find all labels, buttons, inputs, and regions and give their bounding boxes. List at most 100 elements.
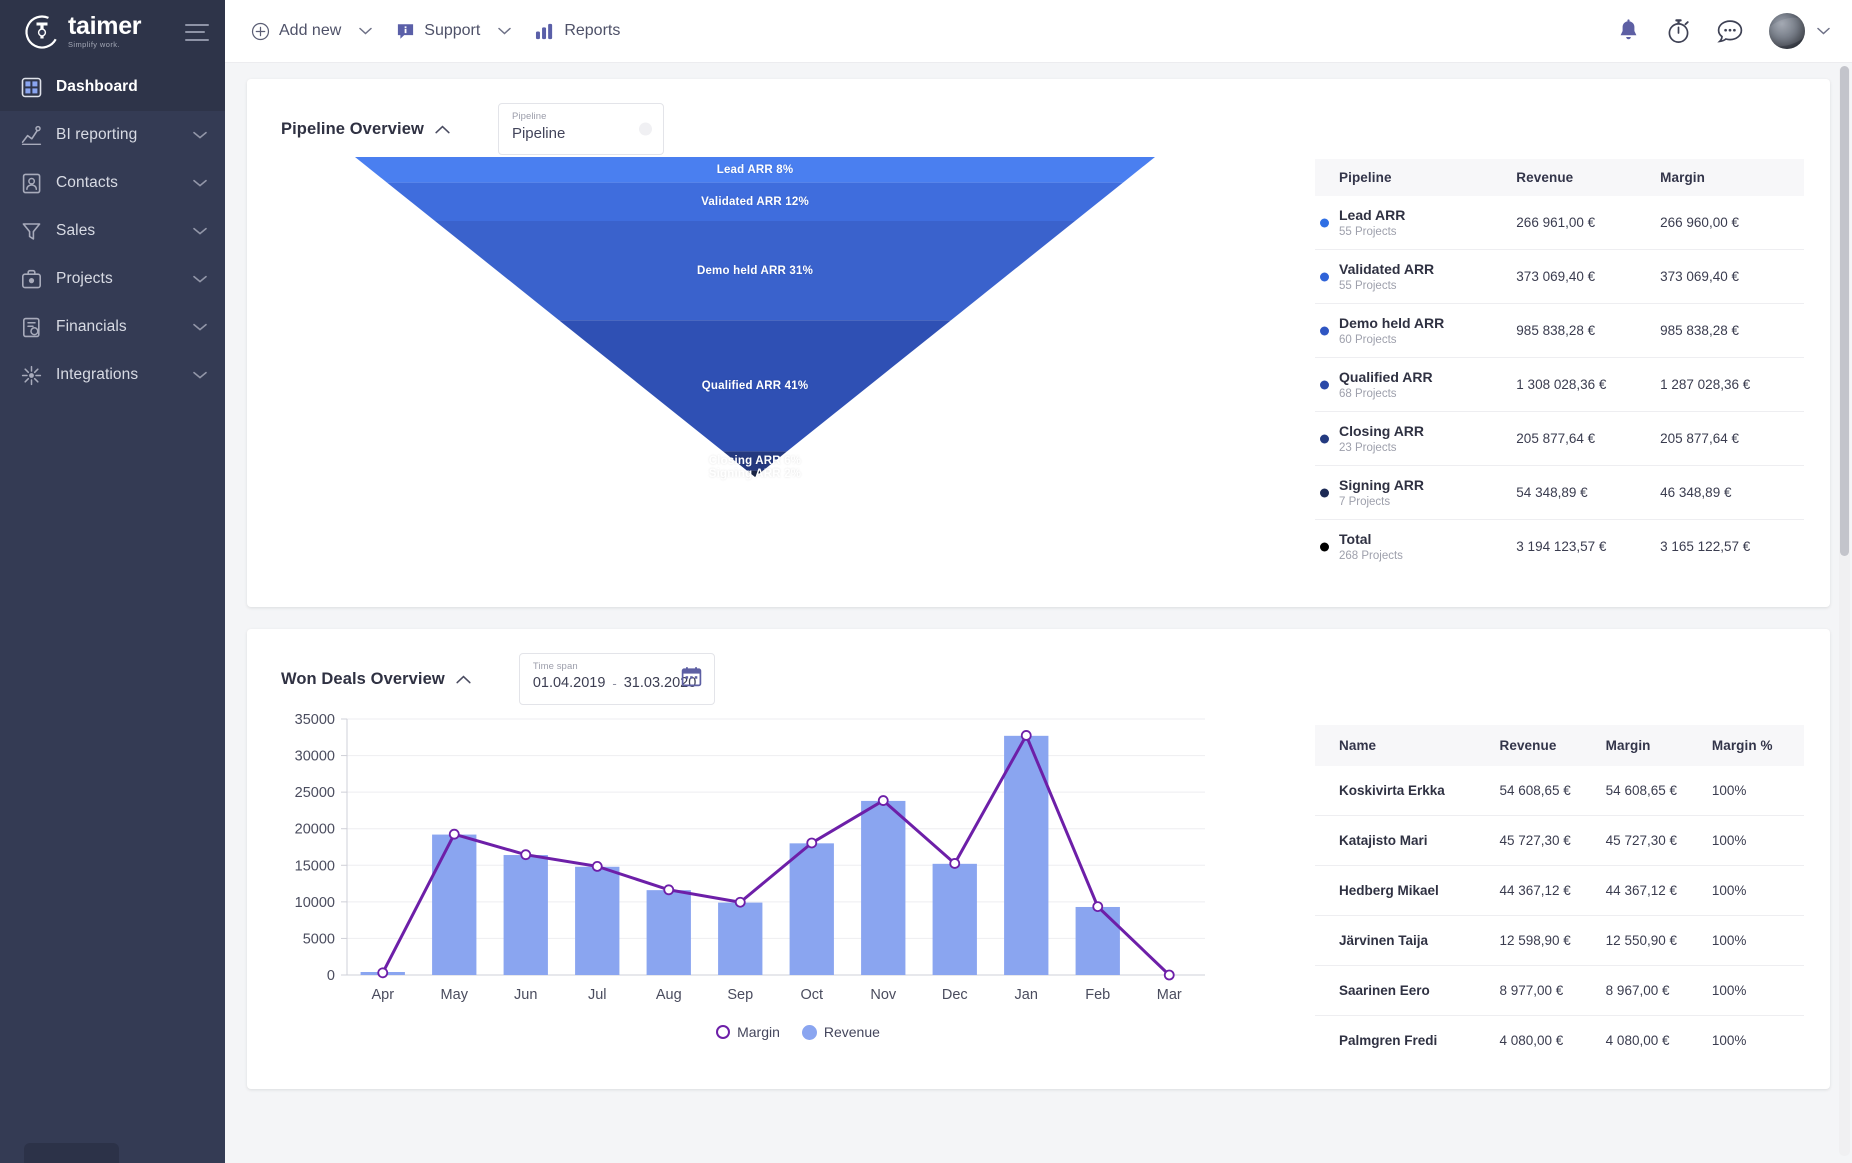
sidebar-item-bi-reporting[interactable]: BI reporting	[0, 111, 225, 159]
timespan-picker[interactable]: Time span 01.04.2019 - 31.03.2020	[519, 653, 715, 705]
stage-project-count: 68 Projects	[1339, 388, 1508, 400]
table-row[interactable]: Qualified ARR68 Projects1 308 028,36 €1 …	[1315, 358, 1804, 412]
sidebar-item-financials[interactable]: Financials	[0, 303, 225, 351]
line-data-point[interactable]	[593, 862, 602, 871]
x-axis-tick-label: Mar	[1157, 987, 1182, 1003]
line-data-point[interactable]	[378, 968, 387, 977]
sidebar-logo[interactable]: taimer Simplify work.	[0, 0, 225, 63]
line-data-point[interactable]	[1022, 731, 1031, 740]
add-new-button[interactable]: Add new	[243, 16, 349, 47]
bar-chart-icon	[535, 22, 555, 41]
account-chevron-down-icon[interactable]	[1817, 27, 1830, 35]
pipeline-card-body: Lead ARR 8%Validated ARR 12%Demo held AR…	[247, 157, 1830, 607]
legend-item-revenue[interactable]: Revenue	[802, 1024, 880, 1040]
chart-bar[interactable]	[575, 867, 619, 975]
sidebar-item-label: Dashboard	[56, 78, 138, 96]
sidebar-item-contacts[interactable]: Contacts	[0, 159, 225, 207]
stage-project-count: 7 Projects	[1339, 496, 1508, 508]
deal-revenue: 8 977,00 €	[1499, 966, 1605, 1016]
y-axis-tick-label: 5000	[303, 931, 335, 947]
table-row[interactable]: Saarinen Eero8 977,00 €8 967,00 €100%	[1315, 966, 1804, 1016]
sidebar-item-chevron-down-icon[interactable]	[193, 227, 207, 235]
sidebar-item-chevron-down-icon[interactable]	[193, 275, 207, 283]
won-collapse-chevron-up-icon[interactable]	[456, 675, 471, 684]
chart-bar[interactable]	[432, 835, 476, 975]
analytics-icon	[20, 124, 42, 146]
funnel-segment-label: Demo held ARR 31%	[697, 265, 813, 277]
col-margin: Margin	[1660, 159, 1804, 196]
table-row[interactable]: Koskivirta Erkka54 608,65 €54 608,65 €10…	[1315, 766, 1804, 816]
top-bar: Add new Support	[225, 0, 1852, 63]
table-row[interactable]: Järvinen Taija12 598,90 €12 550,90 €100%	[1315, 916, 1804, 966]
deal-margin-pct: 100%	[1712, 1016, 1804, 1066]
x-axis-tick-label: Nov	[870, 987, 897, 1003]
reports-button[interactable]: Reports	[527, 16, 628, 47]
table-row[interactable]: Demo held ARR60 Projects985 838,28 €985 …	[1315, 304, 1804, 358]
margin-line[interactable]	[383, 735, 1170, 975]
chart-bar[interactable]	[504, 855, 548, 975]
table-row[interactable]: Validated ARR55 Projects373 069,40 €373 …	[1315, 250, 1804, 304]
pipeline-stage-cell: Signing ARR 7 Projects	[1315, 466, 1516, 520]
legend-item-margin[interactable]: Margin	[716, 1024, 780, 1040]
line-data-point[interactable]	[1093, 902, 1102, 911]
table-row[interactable]: Closing ARR23 Projects205 877,64 €205 87…	[1315, 412, 1804, 466]
table-row[interactable]: Palmgren Fredi4 080,00 €4 080,00 €100%	[1315, 1016, 1804, 1066]
sidebar-item-chevron-down-icon[interactable]	[193, 131, 207, 139]
menu-toggle-icon[interactable]	[185, 23, 209, 41]
calendar-icon[interactable]	[681, 666, 702, 692]
notifications-bell-icon[interactable]	[1617, 19, 1640, 44]
line-data-point[interactable]	[879, 796, 888, 805]
support-button[interactable]: Support	[388, 16, 488, 47]
chat-icon[interactable]	[1717, 19, 1743, 44]
stage-name: Signing ARR	[1339, 477, 1508, 494]
sidebar-item-chevron-down-icon[interactable]	[193, 371, 207, 379]
line-data-point[interactable]	[1165, 971, 1174, 980]
sidebar-item-projects[interactable]: Projects	[0, 255, 225, 303]
support-chevron-down-icon[interactable]	[498, 27, 511, 35]
content-scrollbar[interactable]	[1839, 66, 1850, 1156]
col-margin: Margin	[1606, 725, 1712, 766]
line-data-point[interactable]	[950, 859, 959, 868]
pipeline-selector[interactable]: Pipeline Pipeline	[498, 103, 664, 155]
line-data-point[interactable]	[664, 885, 673, 894]
table-row[interactable]: Lead ARR55 Projects266 961,00 €266 960,0…	[1315, 196, 1804, 250]
sidebar-footer-widget[interactable]	[24, 1143, 119, 1163]
sidebar-item-sales[interactable]: Sales	[0, 207, 225, 255]
add-new-chevron-down-icon[interactable]	[359, 27, 372, 35]
scrollbar-thumb[interactable]	[1840, 66, 1849, 556]
avatar[interactable]	[1769, 13, 1805, 49]
table-row[interactable]: Katajisto Mari45 727,30 €45 727,30 €100%	[1315, 816, 1804, 866]
sidebar-item-chevron-down-icon[interactable]	[193, 323, 207, 331]
chart-bar[interactable]	[647, 890, 691, 975]
pipeline-selector-chevron-icon[interactable]	[639, 123, 652, 136]
sidebar-item-dashboard[interactable]: Dashboard	[0, 63, 225, 111]
timer-icon[interactable]	[1666, 18, 1691, 44]
chart-bar[interactable]	[790, 843, 834, 975]
line-data-point[interactable]	[521, 850, 530, 859]
stage-color-dot-icon	[1320, 434, 1329, 443]
line-data-point[interactable]	[736, 898, 745, 907]
chart-bar[interactable]	[1076, 907, 1120, 975]
chart-bar[interactable]	[861, 801, 905, 975]
sidebar-item-label: Integrations	[56, 366, 138, 384]
stage-name: Closing ARR	[1339, 423, 1508, 440]
chart-bar[interactable]	[718, 903, 762, 975]
sidebar-item-integrations[interactable]: Integrations	[0, 351, 225, 399]
line-data-point[interactable]	[450, 830, 459, 839]
legend-label-margin: Margin	[737, 1024, 780, 1040]
x-axis-tick-label: Feb	[1085, 987, 1110, 1003]
table-row[interactable]: Signing ARR7 Projects54 348,89 €46 348,8…	[1315, 466, 1804, 520]
sidebar-item-chevron-down-icon[interactable]	[193, 179, 207, 187]
sidebar: taimer Simplify work. Dashboard BI report…	[0, 0, 225, 1163]
timespan-from[interactable]: 01.04.2019	[533, 675, 606, 691]
won-deals-title: Won Deals Overview	[281, 670, 445, 689]
y-axis-tick-label: 30000	[295, 749, 335, 765]
x-axis-tick-label: Oct	[800, 987, 823, 1003]
table-row[interactable]: Total268 Projects3 194 123,57 €3 165 122…	[1315, 520, 1804, 574]
pipeline-collapse-chevron-up-icon[interactable]	[435, 125, 450, 134]
deal-margin-pct: 100%	[1712, 916, 1804, 966]
revenue-legend-marker-icon	[802, 1025, 817, 1040]
table-row[interactable]: Hedberg Mikael44 367,12 €44 367,12 €100%	[1315, 866, 1804, 916]
line-data-point[interactable]	[807, 838, 816, 847]
chart-bar[interactable]	[933, 864, 977, 975]
